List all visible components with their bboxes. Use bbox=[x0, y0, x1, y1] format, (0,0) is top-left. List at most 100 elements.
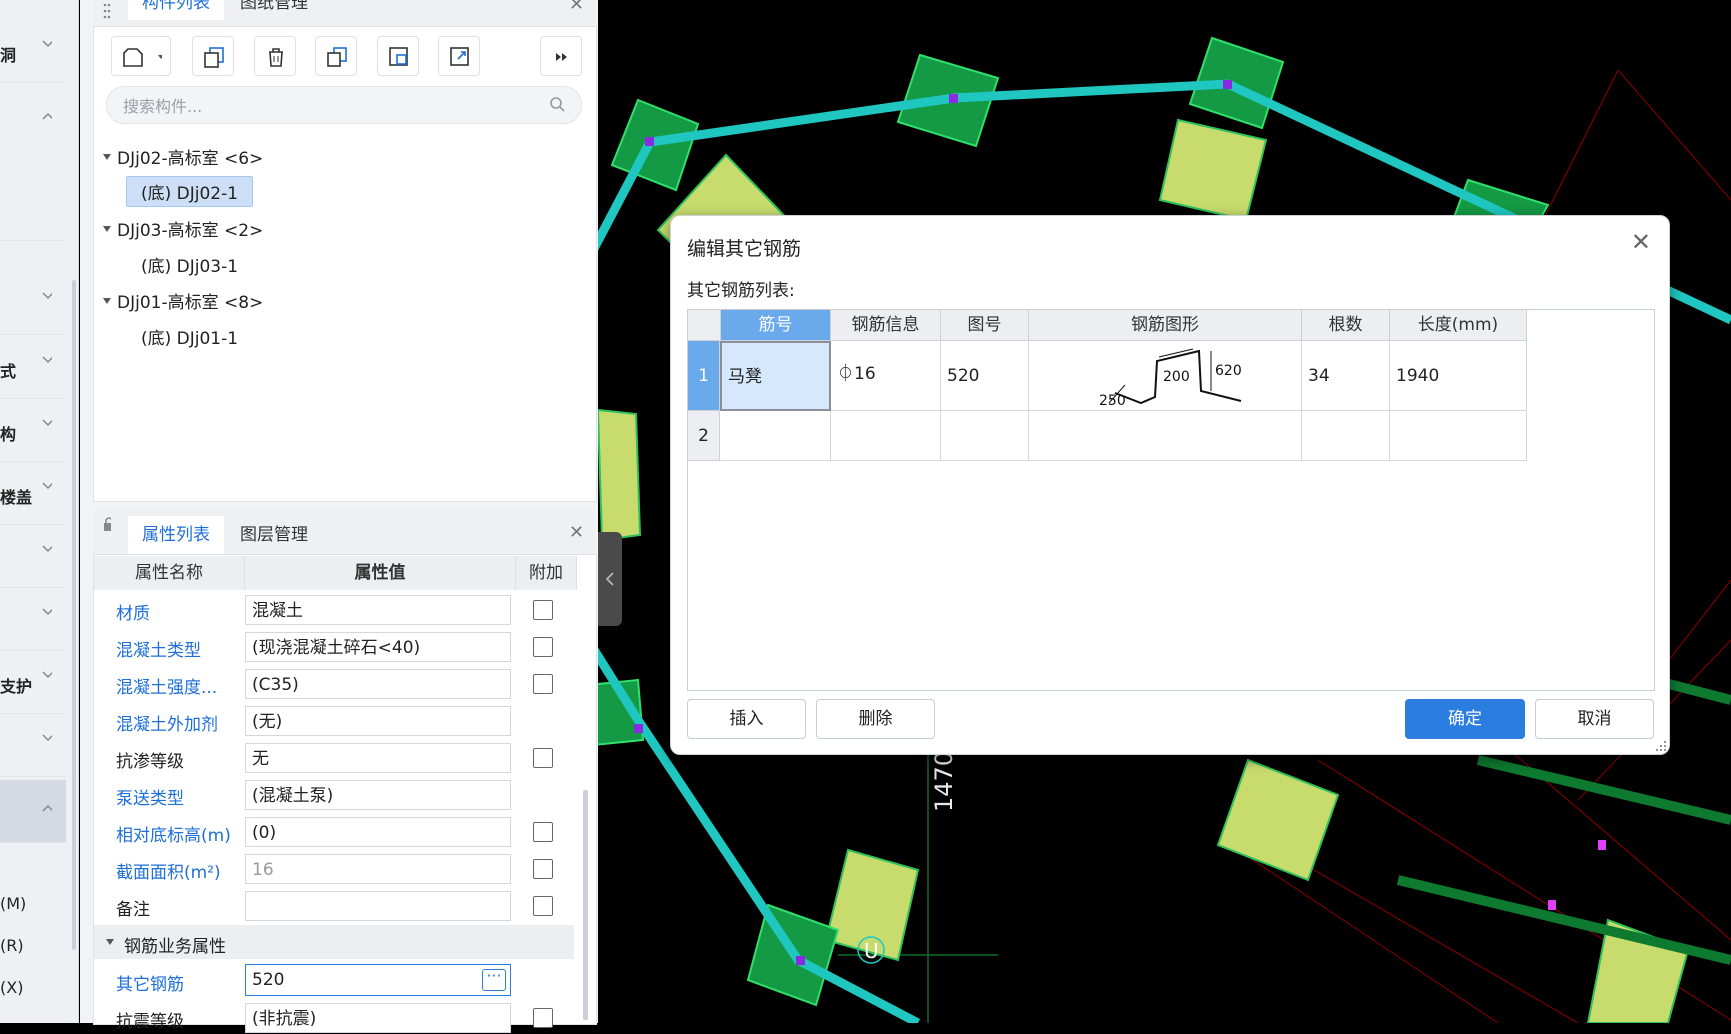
delete-button[interactable] bbox=[254, 36, 296, 76]
nav-item-11[interactable] bbox=[0, 780, 66, 843]
search-input[interactable] bbox=[121, 94, 525, 118]
collapse-triangle-icon[interactable] bbox=[103, 298, 111, 304]
resize-grip-icon[interactable] bbox=[1655, 740, 1667, 752]
drag-grip-icon[interactable] bbox=[103, 2, 111, 20]
property-value[interactable]: (无) bbox=[245, 706, 511, 736]
chevron-up-icon bbox=[42, 804, 52, 812]
collapse-triangle-icon[interactable] bbox=[103, 226, 111, 232]
nav-item-4[interactable]: 式 bbox=[0, 342, 66, 399]
extra-checkbox[interactable] bbox=[533, 637, 553, 657]
property-group-row[interactable]: 钢筋业务属性 bbox=[94, 925, 574, 959]
col-header-figure-no[interactable]: 图号 bbox=[941, 310, 1029, 341]
collapse-panel-handle[interactable] bbox=[598, 532, 622, 626]
cell-count[interactable]: 34 bbox=[1302, 341, 1390, 411]
chevron-down-icon bbox=[42, 545, 52, 553]
floor-copy-icon bbox=[389, 47, 408, 66]
tab-component-list[interactable]: 构件列表 bbox=[128, 0, 224, 20]
extra-checkbox[interactable] bbox=[533, 1008, 553, 1028]
nav-item-7[interactable] bbox=[0, 531, 66, 588]
property-value[interactable]: 16 bbox=[245, 854, 511, 884]
col-header-bar-no[interactable]: 筋号 bbox=[721, 310, 831, 341]
nav-item-3[interactable] bbox=[0, 278, 66, 335]
cell-bar-info[interactable] bbox=[831, 411, 941, 461]
col-header-bar-info[interactable]: 钢筋信息 bbox=[831, 310, 941, 341]
extra-checkbox[interactable] bbox=[533, 896, 553, 916]
ellipsis-button[interactable]: ··· bbox=[482, 968, 506, 991]
tree-group[interactable]: DJj03-高标室 <2> bbox=[117, 216, 263, 241]
cell-length[interactable]: 1940 bbox=[1390, 341, 1527, 411]
row-number[interactable]: 1 bbox=[688, 341, 720, 411]
cell-bar-shape[interactable]: 200 620 250 bbox=[1029, 341, 1302, 411]
cancel-button[interactable]: 取消 bbox=[1535, 699, 1654, 739]
lock-icon[interactable] bbox=[103, 516, 111, 534]
tree-item[interactable]: (底) DJj01-1 bbox=[141, 324, 238, 349]
tree-group[interactable]: DJj01-高标室 <8> bbox=[117, 288, 263, 313]
tree-item[interactable]: (底) DJj03-1 bbox=[141, 252, 238, 277]
property-value[interactable]: (现浇混凝土碎石<40) bbox=[245, 632, 511, 662]
property-value[interactable]: 混凝土 bbox=[245, 595, 511, 625]
property-value[interactable]: 无 bbox=[245, 743, 511, 773]
copy-button[interactable] bbox=[192, 36, 234, 76]
cell-bar-shape[interactable] bbox=[1029, 411, 1302, 461]
tree-group[interactable]: DJj02-高标室 <6> bbox=[117, 144, 263, 169]
rebar-grid: 筋号 钢筋信息 图号 钢筋图形 根数 长度(mm) 1 马凳 ⏀16 520 2… bbox=[687, 309, 1655, 691]
tree-item-selected[interactable]: (底) DJj02-1 bbox=[126, 176, 254, 207]
chevron-down-icon bbox=[42, 419, 52, 427]
tab-property-list[interactable]: 属性列表 bbox=[128, 516, 224, 554]
extra-checkbox[interactable] bbox=[533, 600, 553, 620]
delete-row-button[interactable]: 删除 bbox=[816, 699, 935, 739]
extra-checkbox[interactable] bbox=[533, 859, 553, 879]
duplicate-button[interactable] bbox=[315, 36, 357, 76]
more-tools-button[interactable] bbox=[540, 36, 582, 76]
tab-drawing-management[interactable]: 图纸管理 bbox=[226, 0, 322, 20]
nav-item-8[interactable] bbox=[0, 594, 66, 651]
property-value[interactable]: (混凝土泵) bbox=[245, 780, 511, 810]
nav-item-9[interactable]: 支护 bbox=[0, 657, 66, 714]
row-number[interactable]: 2 bbox=[688, 411, 720, 461]
cell-length[interactable] bbox=[1390, 411, 1527, 461]
search-icon[interactable] bbox=[549, 96, 567, 114]
cell-figure-no[interactable]: 520 bbox=[941, 341, 1029, 411]
shortcut-label: (X) bbox=[0, 978, 24, 997]
property-scrollbar[interactable] bbox=[583, 790, 588, 1020]
ok-button[interactable]: 确定 bbox=[1405, 699, 1525, 739]
component-search[interactable] bbox=[106, 86, 582, 124]
property-value[interactable]: (非抗震) bbox=[245, 1003, 511, 1033]
cell-count[interactable] bbox=[1302, 411, 1390, 461]
nav-item-6[interactable]: 楼盖 bbox=[0, 468, 66, 525]
nav-scrollbar[interactable] bbox=[72, 280, 76, 950]
export-button[interactable] bbox=[438, 36, 480, 76]
chevron-down-icon bbox=[42, 734, 52, 742]
cell-bar-info[interactable]: ⏀16 bbox=[831, 341, 941, 411]
nav-item-5[interactable]: 构 bbox=[0, 405, 66, 462]
col-header-length[interactable]: 长度(mm) bbox=[1390, 310, 1527, 341]
new-component-button[interactable] bbox=[111, 36, 171, 76]
group-label: 钢筋业务属性 bbox=[124, 937, 226, 957]
nav-item-2[interactable] bbox=[0, 90, 66, 241]
col-header-count[interactable]: 根数 bbox=[1302, 310, 1390, 341]
close-icon[interactable]: ✕ bbox=[569, 522, 584, 543]
property-value[interactable]: (C35) bbox=[245, 669, 511, 699]
cell-figure-no[interactable] bbox=[941, 411, 1029, 461]
layer-copy-button[interactable] bbox=[377, 36, 419, 76]
property-name: 相对底标高(m) bbox=[116, 826, 231, 846]
property-value[interactable] bbox=[245, 891, 511, 921]
cell-bar-no[interactable]: 马凳 bbox=[720, 341, 831, 411]
insert-button[interactable]: 插入 bbox=[687, 699, 806, 739]
close-icon[interactable]: ✕ bbox=[1631, 228, 1651, 256]
nav-item-10[interactable] bbox=[0, 720, 66, 777]
nav-item-1[interactable]: 洞 bbox=[0, 26, 66, 83]
extra-checkbox[interactable] bbox=[533, 748, 553, 768]
tab-layer-management[interactable]: 图层管理 bbox=[226, 516, 322, 554]
trash-icon bbox=[269, 48, 283, 67]
extra-checkbox[interactable] bbox=[533, 674, 553, 694]
extra-checkbox[interactable] bbox=[533, 822, 553, 842]
chevron-down-icon bbox=[42, 292, 52, 300]
collapse-triangle-icon[interactable] bbox=[103, 154, 111, 160]
property-value[interactable]: (0) bbox=[245, 817, 511, 847]
close-icon[interactable]: ✕ bbox=[569, 0, 584, 15]
other-rebar-field[interactable]: 520 ··· bbox=[245, 964, 511, 996]
collapse-triangle-icon[interactable] bbox=[106, 939, 114, 945]
col-header-bar-shape[interactable]: 钢筋图形 bbox=[1029, 310, 1302, 341]
cell-bar-no[interactable] bbox=[720, 411, 831, 461]
